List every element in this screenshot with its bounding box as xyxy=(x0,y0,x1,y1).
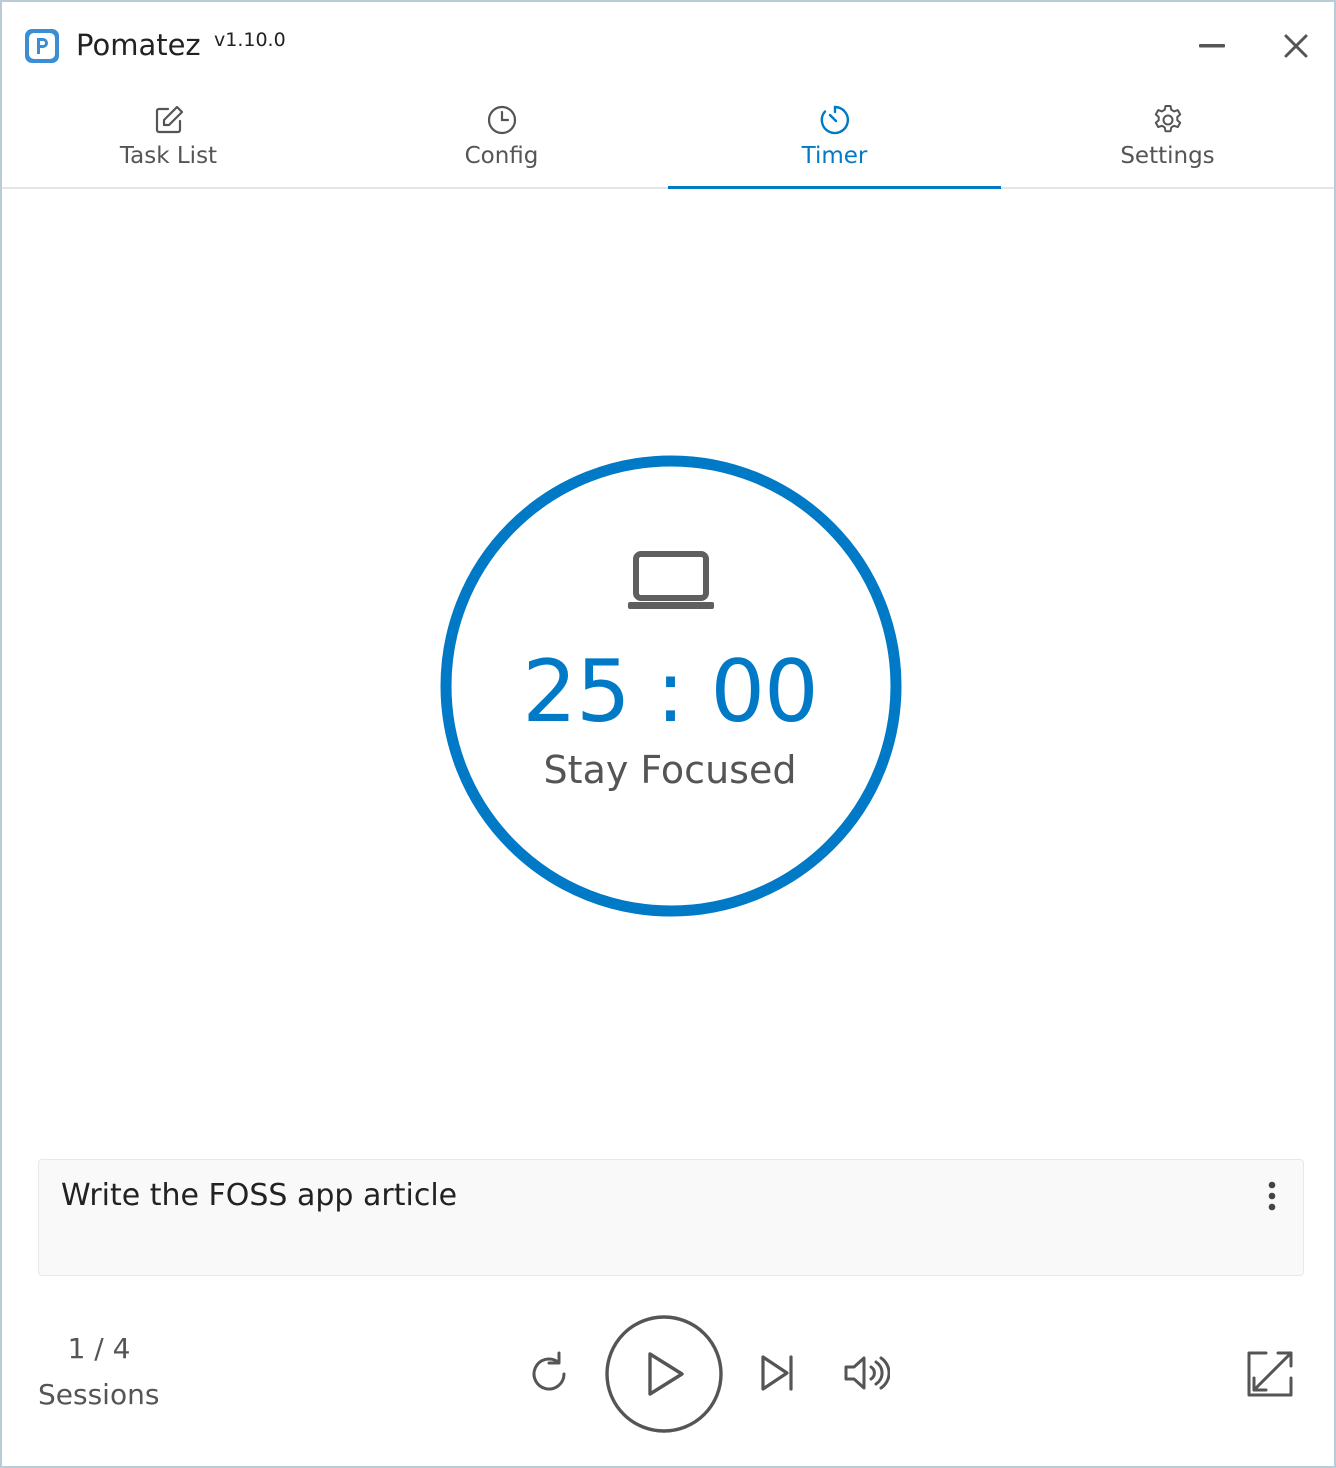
app-version: v1.10.0 xyxy=(214,29,286,51)
close-icon xyxy=(1284,34,1308,58)
tab-task-list[interactable]: Task List xyxy=(2,90,335,187)
app-title: Pomatez xyxy=(76,28,201,62)
app-window: Pomatez v1.10.0 Task List Config Timer S… xyxy=(0,0,1336,1468)
tab-label: Settings xyxy=(1120,143,1215,169)
expand-icon xyxy=(1247,1351,1293,1397)
tab-settings[interactable]: Settings xyxy=(1001,90,1334,187)
task-menu-button[interactable] xyxy=(1259,1178,1285,1214)
gear-icon xyxy=(1154,105,1181,133)
skip-button[interactable] xyxy=(754,1350,800,1396)
minimize-button[interactable] xyxy=(1190,26,1234,66)
expand-button[interactable] xyxy=(1242,1346,1298,1402)
tab-bar: Task List Config Timer Settings xyxy=(2,90,1334,189)
tab-label: Timer xyxy=(801,143,868,169)
tab-label: Task List xyxy=(119,143,218,169)
title-bar: Pomatez v1.10.0 xyxy=(2,2,1334,90)
reset-icon xyxy=(532,1351,566,1391)
session-label: Sessions xyxy=(38,1378,160,1411)
clock-icon xyxy=(487,105,516,135)
tab-timer[interactable]: Timer xyxy=(668,90,1001,189)
tab-config[interactable]: Config xyxy=(335,90,668,187)
timer-countdown: 25 : 00 xyxy=(522,642,819,742)
tab-label: Config xyxy=(464,143,539,169)
volume-button[interactable] xyxy=(840,1350,892,1396)
timer-status: Stay Focused xyxy=(543,748,797,792)
edit-icon xyxy=(155,105,183,134)
session-counter: 1 / 4 xyxy=(67,1332,131,1365)
timer-icon xyxy=(820,105,849,135)
minimize-icon xyxy=(1199,44,1225,48)
skip-icon xyxy=(761,1355,793,1391)
close-button[interactable] xyxy=(1274,26,1318,66)
laptop-icon xyxy=(628,551,714,609)
more-vertical-icon xyxy=(1268,1181,1276,1211)
app-logo xyxy=(25,29,59,63)
task-title: Write the FOSS app article xyxy=(61,1178,458,1213)
play-button[interactable] xyxy=(604,1314,724,1434)
volume-icon xyxy=(844,1356,890,1390)
play-icon xyxy=(605,1315,723,1433)
reset-button[interactable] xyxy=(526,1348,574,1398)
current-task-card[interactable]: Write the FOSS app article xyxy=(38,1159,1304,1276)
